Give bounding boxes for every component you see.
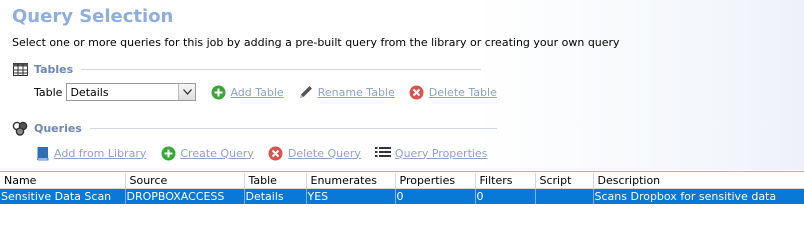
cell-source: DROPBOXACCESS — [125, 188, 245, 204]
add-from-library-label: Add from Library — [54, 146, 147, 160]
delete-x-circle-icon — [409, 84, 425, 100]
page-title: Query Selection — [12, 6, 174, 27]
query-properties-label: Query Properties — [394, 146, 488, 160]
table-row[interactable]: Sensitive Data Scan DROPBOXACCESS Detail… — [0, 188, 804, 204]
add-table-button[interactable]: Add Table — [210, 84, 284, 100]
tables-section-label: Tables — [34, 62, 74, 76]
cell-table: Details — [244, 188, 307, 204]
grid-top-border — [0, 171, 804, 172]
create-query-label: Create Query — [180, 146, 254, 160]
tables-section-header: Tables — [12, 61, 482, 77]
cell-name: Sensitive Data Scan — [0, 188, 126, 204]
add-from-library-button[interactable]: Add from Library — [34, 145, 146, 161]
queries-grid: Name Source Table Enumerates Properties … — [0, 173, 804, 204]
query-properties-button[interactable]: Query Properties — [374, 145, 488, 161]
cell-enumerates: YES — [306, 188, 396, 204]
table-grid-icon — [12, 61, 28, 77]
delete-table-button[interactable]: Delete Table — [409, 84, 497, 100]
queries-section-header: Queries — [12, 120, 497, 136]
delete-query-label: Delete Query — [287, 146, 361, 160]
cell-script — [535, 188, 594, 204]
rename-table-label: Rename Table — [317, 85, 395, 99]
delete-table-label: Delete Table — [428, 85, 497, 99]
table-select-label: Table — [34, 85, 63, 99]
column-header-table[interactable]: Table — [244, 173, 307, 189]
table-select[interactable]: Details — [66, 83, 197, 101]
list-icon — [374, 145, 391, 161]
tables-divider — [81, 68, 482, 70]
background-gradient — [474, 0, 804, 170]
book-icon — [34, 145, 50, 161]
delete-x-circle-icon — [268, 145, 284, 161]
queries-toolbar: Add from Library Create Query Delete Que… — [20, 145, 487, 161]
column-header-script[interactable]: Script — [535, 173, 594, 189]
add-circle-icon — [160, 145, 176, 161]
column-header-name[interactable]: Name — [0, 173, 126, 189]
column-header-properties[interactable]: Properties — [395, 173, 476, 189]
delete-query-button[interactable]: Delete Query — [268, 145, 361, 161]
queries-cubes-icon — [12, 120, 28, 136]
tables-toolbar: Table Details Add Table Rename Table Del… — [34, 83, 497, 101]
cell-properties: 0 — [395, 188, 476, 204]
pencil-icon — [298, 84, 314, 100]
column-header-filters[interactable]: Filters — [475, 173, 536, 189]
rename-table-button[interactable]: Rename Table — [298, 84, 395, 100]
cell-description: Scans Dropbox for sensitive data — [593, 188, 804, 204]
column-header-source[interactable]: Source — [125, 173, 245, 189]
table-select-value: Details — [70, 85, 109, 99]
cell-filters: 0 — [475, 188, 536, 204]
add-circle-icon — [210, 84, 226, 100]
queries-section-label: Queries — [34, 121, 82, 135]
chevron-down-icon[interactable] — [178, 84, 196, 100]
column-header-enumerates[interactable]: Enumerates — [306, 173, 396, 189]
grid-header-row: Name Source Table Enumerates Properties … — [0, 173, 804, 189]
column-header-description[interactable]: Description — [593, 173, 804, 189]
page-subtitle: Select one or more queries for this job … — [12, 36, 620, 49]
queries-divider — [89, 127, 497, 129]
create-query-button[interactable]: Create Query — [160, 145, 254, 161]
add-table-label: Add Table — [230, 85, 284, 99]
